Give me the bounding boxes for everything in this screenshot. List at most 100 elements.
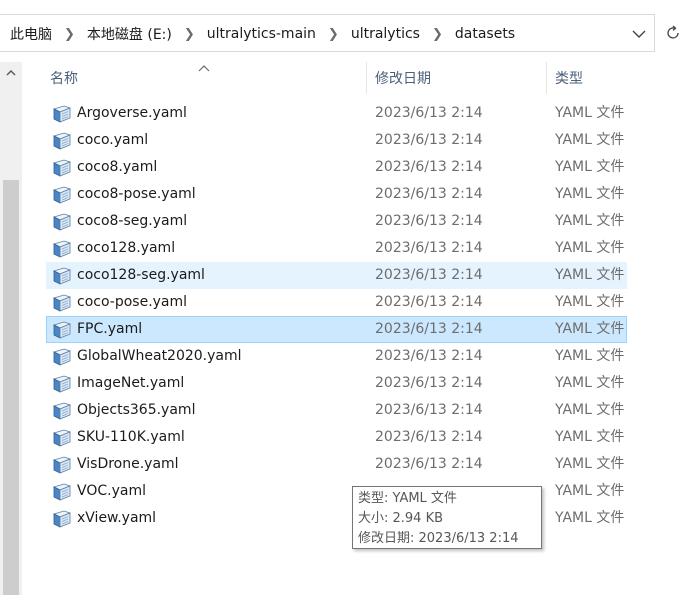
yaml-file-icon <box>52 429 72 447</box>
chevron-right-icon[interactable]: ❯ <box>432 27 443 42</box>
yaml-file-icon <box>52 402 72 420</box>
yaml-file-icon <box>52 348 72 366</box>
right-blank-area <box>627 62 686 595</box>
file-name: FPC.yaml <box>77 321 143 337</box>
file-type: YAML 文件 <box>555 483 625 499</box>
file-name: coco8-pose.yaml <box>77 186 196 202</box>
file-modified-date: 2023/6/13 2:14 <box>375 348 483 364</box>
file-row[interactable]: coco8.yaml 2023/6/13 2:14 YAML 文件 <box>46 154 627 181</box>
file-modified-date: 2023/6/13 2:14 <box>375 105 483 121</box>
file-type: YAML 文件 <box>555 348 625 364</box>
file-row-content: VisDrone.yaml 2023/6/13 2:14 YAML 文件 <box>47 452 628 477</box>
yaml-file-icon <box>52 456 72 474</box>
file-type: YAML 文件 <box>555 213 625 229</box>
file-row-content: coco128.yaml 2023/6/13 2:14 YAML 文件 <box>47 236 628 261</box>
file-row[interactable]: FPC.yaml 2023/6/13 2:14 YAML 文件 <box>46 316 627 343</box>
sort-ascending-icon <box>198 60 210 76</box>
column-header-date[interactable]: 修改日期 <box>375 62 431 94</box>
breadcrumb-this-pc[interactable]: 此电脑 <box>10 24 52 44</box>
breadcrumb-datasets[interactable]: datasets <box>455 26 515 42</box>
file-type: YAML 文件 <box>555 510 625 526</box>
column-divider[interactable] <box>546 62 547 94</box>
chevron-right-icon[interactable]: ❯ <box>328 27 339 42</box>
yaml-file-icon <box>52 105 72 123</box>
file-name: Argoverse.yaml <box>77 105 187 121</box>
yaml-file-icon <box>52 159 72 177</box>
file-type: YAML 文件 <box>555 105 625 121</box>
file-row-content: coco8-seg.yaml 2023/6/13 2:14 YAML 文件 <box>47 209 628 234</box>
file-modified-date: 2023/6/13 2:14 <box>375 429 483 445</box>
file-row[interactable]: coco8-seg.yaml 2023/6/13 2:14 YAML 文件 <box>46 208 627 235</box>
file-row-content: coco-pose.yaml 2023/6/13 2:14 YAML 文件 <box>47 290 628 315</box>
file-row[interactable]: coco128-seg.yaml 2023/6/13 2:14 YAML 文件 <box>46 262 627 289</box>
tooltip-size: 大小: 2.94 KB <box>358 511 444 526</box>
file-name: SKU-110K.yaml <box>77 429 185 445</box>
yaml-file-icon <box>52 240 72 258</box>
column-header-name[interactable]: 名称 <box>50 62 78 94</box>
yaml-file-icon <box>52 375 72 393</box>
chevron-right-icon[interactable]: ❯ <box>64 27 75 42</box>
file-modified-date: 2023/6/13 2:14 <box>375 402 483 418</box>
scroll-up-arrow-icon[interactable] <box>0 62 22 82</box>
file-type: YAML 文件 <box>555 294 625 310</box>
file-row-content: coco8-pose.yaml 2023/6/13 2:14 YAML 文件 <box>47 182 628 207</box>
file-name: ImageNet.yaml <box>77 375 185 391</box>
file-row-content: Argoverse.yaml 2023/6/13 2:14 YAML 文件 <box>47 101 628 126</box>
yaml-file-icon <box>52 510 72 528</box>
file-name: coco8.yaml <box>77 159 158 175</box>
file-type: YAML 文件 <box>555 375 625 391</box>
file-type: YAML 文件 <box>555 321 625 337</box>
breadcrumb-local-disk[interactable]: 本地磁盘 (E:) <box>87 24 172 44</box>
file-type: YAML 文件 <box>555 456 625 472</box>
file-type: YAML 文件 <box>555 159 625 175</box>
file-type: YAML 文件 <box>555 186 625 202</box>
address-bar[interactable]: 此电脑 ❯ 本地磁盘 (E:) ❯ ultralytics-main ❯ ult… <box>0 14 655 52</box>
file-info-tooltip: 类型: YAML 文件 大小: 2.94 KB 修改日期: 2023/6/13 … <box>352 486 542 549</box>
yaml-file-icon <box>52 321 72 339</box>
chevron-right-icon[interactable]: ❯ <box>184 27 195 42</box>
file-row[interactable]: coco-pose.yaml 2023/6/13 2:14 YAML 文件 <box>46 289 627 316</box>
file-modified-date: 2023/6/13 2:14 <box>375 375 483 391</box>
file-row[interactable]: Argoverse.yaml 2023/6/13 2:14 YAML 文件 <box>46 100 627 127</box>
file-type: YAML 文件 <box>555 402 625 418</box>
file-name: coco128-seg.yaml <box>77 267 205 283</box>
yaml-file-icon <box>52 294 72 312</box>
file-row[interactable]: Objects365.yaml 2023/6/13 2:14 YAML 文件 <box>46 397 627 424</box>
file-type: YAML 文件 <box>555 132 625 148</box>
file-row-content: FPC.yaml 2023/6/13 2:14 YAML 文件 <box>47 317 628 342</box>
file-type: YAML 文件 <box>555 267 625 283</box>
file-name: coco.yaml <box>77 132 149 148</box>
file-row[interactable]: coco.yaml 2023/6/13 2:14 YAML 文件 <box>46 127 627 154</box>
file-name: coco128.yaml <box>77 240 176 256</box>
file-type: YAML 文件 <box>555 240 625 256</box>
file-row-content: coco128-seg.yaml 2023/6/13 2:14 YAML 文件 <box>47 263 628 288</box>
yaml-file-icon <box>52 132 72 150</box>
file-row-content: GlobalWheat2020.yaml 2023/6/13 2:14 YAML 文… <box>47 344 628 369</box>
file-row[interactable]: VisDrone.yaml 2023/6/13 2:14 YAML 文件 <box>46 451 627 478</box>
file-modified-date: 2023/6/13 2:14 <box>375 132 483 148</box>
file-modified-date: 2023/6/13 2:14 <box>375 240 483 256</box>
scrollbar-thumb[interactable] <box>3 180 19 595</box>
refresh-icon[interactable] <box>659 14 686 52</box>
chevron-down-icon[interactable] <box>632 15 646 53</box>
breadcrumb-ultralytics[interactable]: ultralytics <box>351 26 420 42</box>
yaml-file-icon <box>52 213 72 231</box>
file-modified-date: 2023/6/13 2:14 <box>375 321 483 337</box>
file-row-content: coco.yaml 2023/6/13 2:14 YAML 文件 <box>47 128 628 153</box>
file-row[interactable]: SKU-110K.yaml 2023/6/13 2:14 YAML 文件 <box>46 424 627 451</box>
breadcrumb-ultralytics-main[interactable]: ultralytics-main <box>207 26 316 42</box>
file-row-content: SKU-110K.yaml 2023/6/13 2:14 YAML 文件 <box>47 425 628 450</box>
file-row[interactable]: coco8-pose.yaml 2023/6/13 2:14 YAML 文件 <box>46 181 627 208</box>
file-type: YAML 文件 <box>555 429 625 445</box>
file-row[interactable]: GlobalWheat2020.yaml 2023/6/13 2:14 YAML 文… <box>46 343 627 370</box>
file-modified-date: 2023/6/13 2:14 <box>375 159 483 175</box>
column-header-type[interactable]: 类型 <box>555 62 583 94</box>
column-divider[interactable] <box>366 62 367 94</box>
column-header: 名称 修改日期 类型 <box>22 62 627 94</box>
file-list: Argoverse.yaml 2023/6/13 2:14 YAML 文件 coco.… <box>46 100 627 532</box>
file-name: GlobalWheat2020.yaml <box>77 348 242 364</box>
file-row[interactable]: ImageNet.yaml 2023/6/13 2:14 YAML 文件 <box>46 370 627 397</box>
breadcrumb: 此电脑 ❯ 本地磁盘 (E:) ❯ ultralytics-main ❯ ult… <box>10 15 515 53</box>
file-row[interactable]: coco128.yaml 2023/6/13 2:14 YAML 文件 <box>46 235 627 262</box>
file-row-content: ImageNet.yaml 2023/6/13 2:14 YAML 文件 <box>47 371 628 396</box>
